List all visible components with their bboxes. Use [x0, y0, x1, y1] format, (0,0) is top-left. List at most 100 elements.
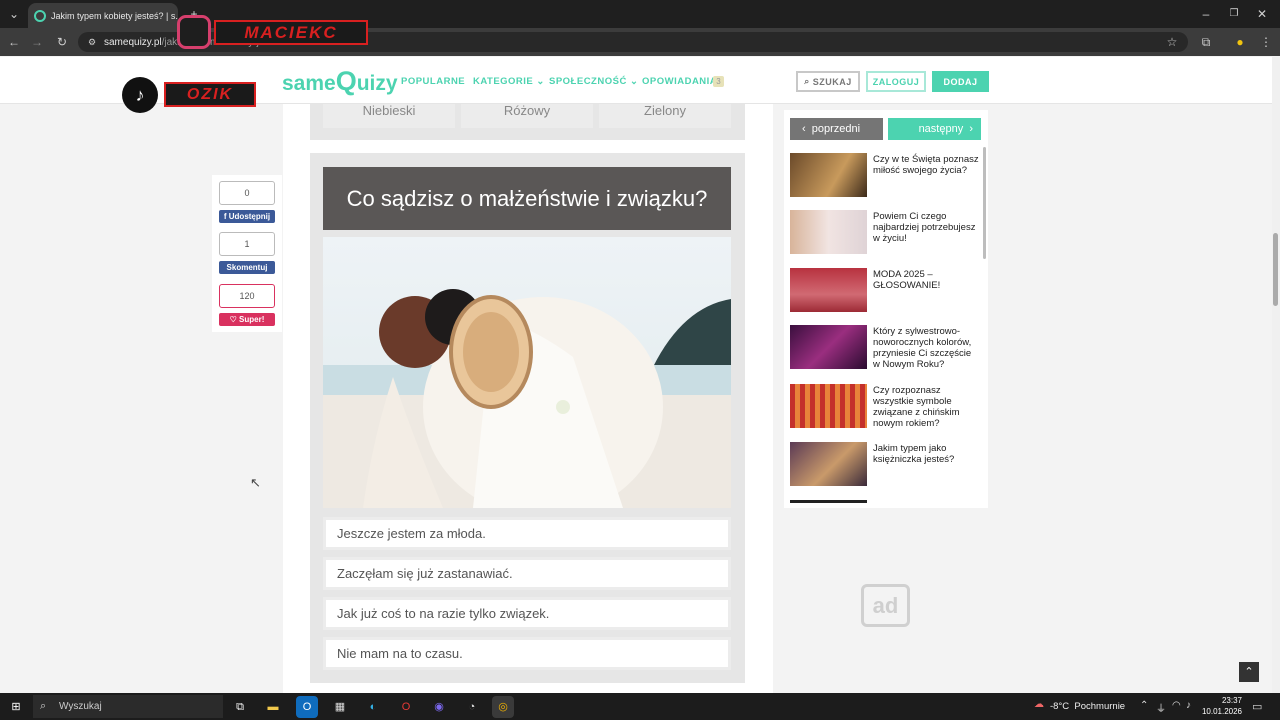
logo-suffix: uizy — [356, 72, 398, 95]
sidebar-item[interactable]: Powiem Ci czego najbardziej potrzebujesz… — [790, 210, 980, 256]
scroll-to-top-button[interactable]: ⌃ — [1239, 662, 1259, 682]
file-explorer-icon[interactable]: ▬ — [262, 696, 284, 718]
previous-button[interactable]: ‹ poprzedni — [790, 118, 883, 140]
windows-start-icon[interactable]: ⊞ — [5, 696, 27, 718]
menu-icon[interactable]: ⋮ — [1256, 32, 1276, 52]
app2-icon[interactable]: ◔ — [461, 696, 483, 718]
sidebar-item[interactable]: Czy w te Święta poznasz miłość swojego ż… — [790, 153, 980, 199]
question-image — [323, 237, 731, 508]
chevron-left-icon: ‹ — [802, 123, 812, 135]
answer-option-2[interactable]: Zaczęłam się już zastanawiać. — [323, 557, 731, 590]
nav-popular[interactable]: POPULARNE — [401, 76, 465, 87]
nav-categories[interactable]: KATEGORIE ⌄ — [473, 76, 545, 87]
answer-option-4[interactable]: Nie mam na to czasu. — [323, 637, 731, 670]
overlay-ozik-banner: OZIK — [164, 82, 256, 107]
ad-placeholder: ad — [861, 584, 910, 627]
wifi-icon[interactable]: ◠ — [1172, 700, 1181, 711]
maximize-icon[interactable]: ❐ — [1224, 4, 1244, 24]
sidebar-item[interactable]: Jakim typem jako księżniczka jesteś? — [790, 442, 980, 488]
nav-stories[interactable]: OPOWIADANIA — [642, 76, 717, 87]
search-icon: ⌕ — [804, 76, 810, 86]
quiz-thumbnail — [790, 384, 867, 428]
add-button[interactable]: DODAJ — [932, 71, 989, 92]
overlay-maciek-banner: MACIEKC — [214, 20, 368, 45]
search-label: SZUKAJ — [812, 76, 852, 87]
site-logo[interactable]: sameQuizy — [282, 66, 398, 97]
sidebar-item-title: MODA 2025 – GŁOSOWANIE! — [873, 269, 941, 291]
quiz-thumbnail — [790, 268, 867, 312]
option-pink[interactable]: Różowy — [461, 104, 593, 128]
weather-widget[interactable]: -8°C Pochmurnie — [1050, 701, 1125, 712]
taskbar-search-label: Wyszukaj — [59, 701, 102, 712]
sidebar-item[interactable]: MODA 2025 – GŁOSOWANIE! — [790, 268, 980, 314]
instagram-icon — [177, 15, 211, 49]
taskbar-clock[interactable]: 23:37 10.01.2026 — [1196, 695, 1242, 717]
option-pink-label: Różowy — [503, 103, 551, 118]
weather-label: Pochmurnie — [1074, 701, 1126, 712]
super-label: Super! — [239, 315, 265, 324]
browser-tab[interactable]: Jakim typem kobiety jesteś? | s... ✕ — [28, 3, 178, 28]
profile-icon[interactable]: ● — [1230, 32, 1250, 52]
option-blue-label: Niebieski — [362, 103, 416, 118]
sidebar-item-partial — [790, 500, 867, 503]
answer-option-1[interactable]: Jeszcze jestem za młoda. — [323, 517, 731, 550]
option-blue[interactable]: Niebieski — [323, 104, 455, 128]
logo-prefix: same — [282, 72, 336, 95]
sidebar-scrollbar[interactable] — [983, 147, 986, 259]
answer-option-3[interactable]: Jak już coś to na razie tylko związek. — [323, 597, 731, 630]
next-label: następny — [918, 123, 964, 135]
notifications-icon[interactable]: ▭ — [1252, 700, 1262, 713]
chevron-up-icon: ⌃ — [1244, 666, 1254, 678]
option-green-label: Zielony — [644, 103, 686, 118]
comment-button[interactable]: Skomentuj — [219, 261, 275, 274]
forward-icon[interactable]: → — [27, 32, 47, 52]
url-domain: samequizy.pl — [104, 36, 162, 48]
sidebar-item-title: Jakim typem jako księżniczka jesteś? — [873, 443, 955, 465]
page-scrollbar[interactable] — [1272, 57, 1280, 693]
next-button[interactable]: następny › — [888, 118, 981, 140]
chrome-icon[interactable]: ◎ — [492, 696, 514, 718]
volume-icon[interactable]: ♪ — [1186, 700, 1191, 711]
option-green[interactable]: Zielony — [599, 104, 731, 128]
heart-icon: ♡ — [229, 315, 240, 324]
super-button[interactable]: ♡ Super! — [219, 313, 275, 326]
sidebar-item-title: Który z sylwestrowo-noworocznych kolorów… — [873, 326, 972, 370]
tray-chevron-icon[interactable]: ⌃ — [1140, 700, 1148, 711]
chevron-right-icon: › — [963, 123, 973, 135]
store-icon[interactable]: ▦ — [329, 696, 351, 718]
taskbar-search-box[interactable]: Wyszukaj — [33, 695, 223, 718]
outlook-icon[interactable]: O — [296, 696, 318, 718]
clock-time: 23:37 — [1221, 696, 1242, 705]
page-scrollbar-thumb[interactable] — [1273, 233, 1278, 306]
edge-icon[interactable]: ◐ — [362, 696, 384, 718]
back-icon[interactable]: ← — [4, 32, 24, 52]
sidebar-item[interactable]: Czy rozpoznasz wszystkie symbole związan… — [790, 384, 980, 430]
usb-icon[interactable]: ⏚ — [1156, 700, 1166, 715]
super-count: 120 — [219, 284, 275, 308]
opera-icon[interactable]: O — [395, 696, 417, 718]
temperature: -8°C — [1050, 701, 1070, 712]
login-button[interactable]: ZALOGUJ — [866, 71, 926, 92]
clock-date: 10.01.2026 — [1201, 707, 1242, 716]
reload-icon[interactable]: ↻ — [52, 32, 72, 52]
close-window-icon[interactable]: ✕ — [1252, 4, 1272, 24]
question-title: Co sądzisz o małżeństwie i związku? — [323, 167, 731, 230]
extensions-icon[interactable]: ⧉ — [1196, 32, 1216, 52]
share-count: 0 — [219, 181, 275, 205]
bookmark-star-icon[interactable]: ☆ — [1162, 32, 1182, 52]
sidebar-item-title: Czy rozpoznasz wszystkie symbole związan… — [873, 385, 960, 429]
task-view-icon[interactable]: ⧉ — [229, 696, 251, 718]
quiz-thumbnail — [790, 210, 867, 254]
minimize-icon[interactable]: – — [1196, 4, 1216, 24]
previous-label: poprzedni — [811, 123, 861, 135]
nav-community[interactable]: SPOŁECZNOŚĆ ⌄ — [549, 76, 638, 87]
sidebar-item-title: Powiem Ci czego najbardziej potrzebujesz… — [873, 211, 976, 244]
search-button[interactable]: ⌕ SZUKAJ — [796, 71, 860, 92]
facebook-share-button[interactable]: f Udostępnij — [219, 210, 275, 223]
app-icon[interactable]: ◉ — [428, 696, 450, 718]
quiz-thumbnail — [790, 325, 867, 369]
tab-search-icon[interactable]: ⌄ — [4, 4, 24, 24]
site-info-icon[interactable]: ⚙ — [82, 32, 102, 52]
sidebar-item[interactable]: Który z sylwestrowo-noworocznych kolorów… — [790, 325, 980, 371]
comment-count: 1 — [219, 232, 275, 256]
